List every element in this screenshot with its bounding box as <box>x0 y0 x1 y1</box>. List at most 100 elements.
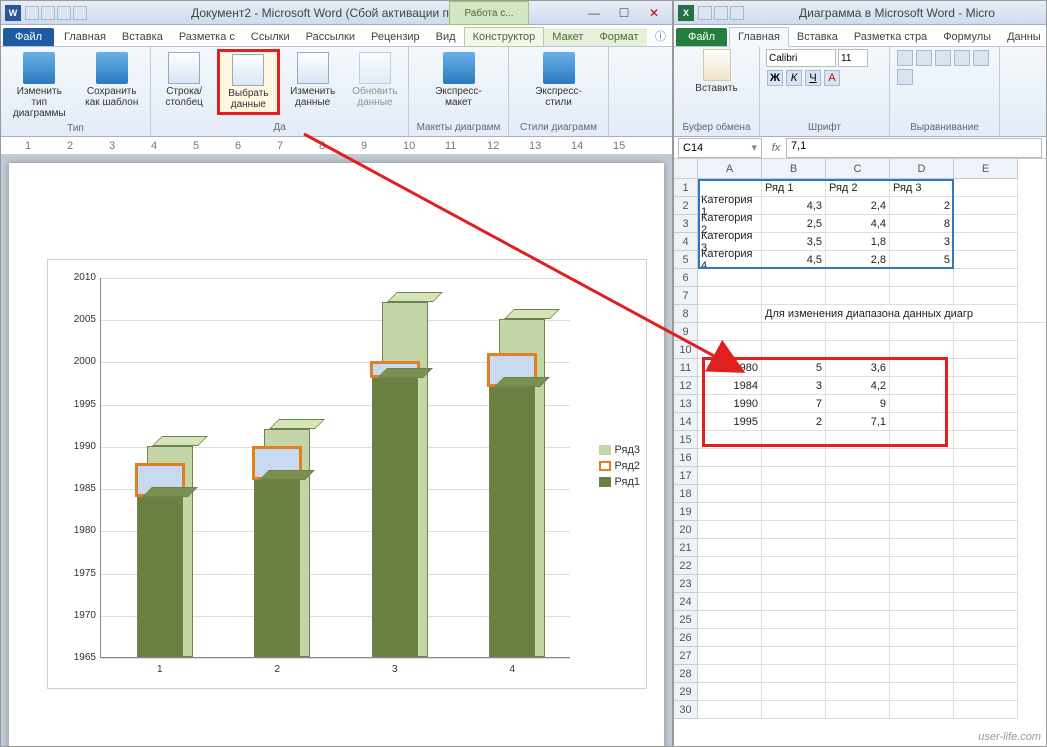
quick-access-toolbar[interactable] <box>25 6 87 20</box>
cell[interactable] <box>954 341 1018 359</box>
underline-button[interactable]: Ч <box>805 70 821 86</box>
cell[interactable] <box>954 395 1018 413</box>
tab-design[interactable]: Конструктор <box>464 27 545 47</box>
row-header[interactable]: 23 <box>674 575 698 593</box>
cell[interactable] <box>954 233 1018 251</box>
legend-item[interactable]: Ряд1 <box>599 476 640 488</box>
row-header[interactable]: 2 <box>674 197 698 215</box>
row-header[interactable]: 16 <box>674 449 698 467</box>
cell[interactable] <box>826 575 890 593</box>
cell[interactable] <box>762 323 826 341</box>
select-all-corner[interactable] <box>674 159 698 179</box>
cell[interactable] <box>762 269 826 287</box>
cell[interactable] <box>698 287 762 305</box>
cell[interactable] <box>762 647 826 665</box>
chart-legend[interactable]: Ряд3Ряд2Ряд1 <box>599 440 640 492</box>
cell[interactable] <box>826 449 890 467</box>
row-header[interactable]: 6 <box>674 269 698 287</box>
cell[interactable] <box>890 287 954 305</box>
change-chart-type-button[interactable]: Изменить тип диаграммы <box>5 49 74 122</box>
row-header[interactable]: 8 <box>674 305 698 323</box>
cell[interactable] <box>954 359 1018 377</box>
cell[interactable] <box>954 575 1018 593</box>
row-header[interactable]: 27 <box>674 647 698 665</box>
row-header[interactable]: 1 <box>674 179 698 197</box>
cell[interactable]: Для изменения диапазона данных диагр <box>762 305 1018 323</box>
cell[interactable] <box>954 485 1018 503</box>
cell[interactable] <box>890 611 954 629</box>
cell[interactable] <box>826 467 890 485</box>
tab-insert[interactable]: Вставка <box>114 28 171 46</box>
paste-button[interactable]: Вставить <box>695 83 737 94</box>
cell[interactable] <box>890 449 954 467</box>
ruler[interactable]: 123456789101112131415 <box>1 137 672 155</box>
cell[interactable] <box>954 269 1018 287</box>
cell[interactable] <box>698 269 762 287</box>
cell[interactable] <box>954 197 1018 215</box>
col-header[interactable]: E <box>954 159 1018 179</box>
cell[interactable] <box>890 503 954 521</box>
cell[interactable] <box>826 323 890 341</box>
cell[interactable] <box>698 323 762 341</box>
cell[interactable] <box>954 611 1018 629</box>
align-right-button[interactable] <box>897 69 913 85</box>
col-header[interactable]: D <box>890 159 954 179</box>
row-header[interactable]: 18 <box>674 485 698 503</box>
row-header[interactable]: 30 <box>674 701 698 719</box>
row-header[interactable]: 13 <box>674 395 698 413</box>
paste-icon[interactable] <box>703 49 731 81</box>
cell[interactable] <box>890 269 954 287</box>
minimize-button[interactable]: — <box>580 4 608 22</box>
cell[interactable] <box>826 269 890 287</box>
row-header[interactable]: 20 <box>674 521 698 539</box>
row-header[interactable]: 7 <box>674 287 698 305</box>
row-header[interactable]: 24 <box>674 593 698 611</box>
cell[interactable] <box>698 503 762 521</box>
qat-redo-icon[interactable] <box>57 6 71 20</box>
row-header[interactable]: 3 <box>674 215 698 233</box>
tab-insert-excel[interactable]: Вставка <box>789 28 846 46</box>
legend-item[interactable]: Ряд2 <box>599 460 640 472</box>
cell[interactable] <box>954 503 1018 521</box>
qat-undo-icon[interactable] <box>41 6 55 20</box>
cell[interactable] <box>698 629 762 647</box>
page[interactable]: 1234 Ряд3Ряд2Ряд1 1965197019751980198519… <box>9 163 664 746</box>
cell[interactable] <box>698 683 762 701</box>
cell[interactable] <box>826 593 890 611</box>
qat-redo-icon[interactable] <box>730 6 744 20</box>
excel-file-tab[interactable]: Файл <box>676 28 727 46</box>
font-color-button[interactable]: A <box>824 70 840 86</box>
cell[interactable] <box>826 485 890 503</box>
cell[interactable] <box>890 521 954 539</box>
help-icon[interactable]: ⓘ <box>649 26 672 46</box>
cell[interactable] <box>698 485 762 503</box>
cell[interactable] <box>954 179 1018 197</box>
row-header[interactable]: 14 <box>674 413 698 431</box>
cell[interactable] <box>890 557 954 575</box>
bold-button[interactable]: Ж <box>767 70 783 86</box>
cell[interactable] <box>762 683 826 701</box>
cell[interactable] <box>890 323 954 341</box>
cell[interactable] <box>762 287 826 305</box>
cell[interactable] <box>954 701 1018 719</box>
cell[interactable] <box>954 215 1018 233</box>
cell[interactable] <box>890 539 954 557</box>
tab-home-excel[interactable]: Главная <box>729 27 789 47</box>
row-header[interactable]: 19 <box>674 503 698 521</box>
row-header[interactable]: 26 <box>674 629 698 647</box>
name-box[interactable]: C14▾ <box>678 138 762 158</box>
font-name-dropdown[interactable] <box>766 49 836 67</box>
row-header[interactable]: 5 <box>674 251 698 269</box>
qat-save-icon[interactable] <box>25 6 39 20</box>
save-template-button[interactable]: Сохранить как шаблон <box>78 49 147 111</box>
align-center-button[interactable] <box>973 50 989 66</box>
fx-icon[interactable]: fx <box>766 142 786 154</box>
cell[interactable] <box>826 665 890 683</box>
cell[interactable] <box>698 647 762 665</box>
formula-bar[interactable]: 7,1 <box>786 138 1042 158</box>
cell[interactable] <box>698 701 762 719</box>
cell[interactable] <box>762 629 826 647</box>
cell[interactable] <box>954 413 1018 431</box>
row-header[interactable]: 22 <box>674 557 698 575</box>
cell[interactable] <box>890 575 954 593</box>
